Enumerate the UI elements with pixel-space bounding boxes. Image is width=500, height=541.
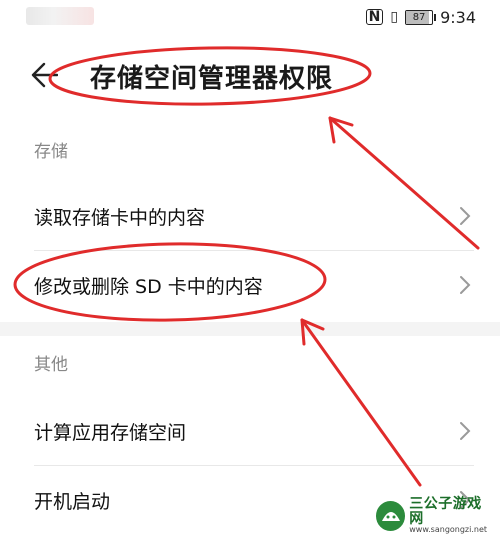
section-separator <box>0 322 500 336</box>
watermark-url: www.sangongzi.net <box>409 525 488 535</box>
section-header-other: 其他 <box>34 355 68 375</box>
list-item-label: 计算应用存储空间 <box>34 421 187 444</box>
watermark: 三公子游戏网 www.sangongzi.net <box>376 497 494 535</box>
battery-icon: 87 <box>405 9 437 25</box>
list-item-label: 开机启动 <box>34 490 111 513</box>
page-title: 存储空间管理器权限 <box>90 64 334 94</box>
vibrate-icon: ▯ <box>390 9 399 25</box>
carrier-info-blurred <box>26 7 94 25</box>
list-item-compute-storage[interactable]: 计算应用存储空间 <box>34 397 474 465</box>
status-bar: N ▯ 87 9:34 <box>0 0 500 34</box>
list-item-read-storage[interactable]: 读取存储卡中的内容 <box>34 182 474 250</box>
chevron-right-icon <box>460 422 471 440</box>
list-item-label: 读取存储卡中的内容 <box>34 206 206 229</box>
watermark-name: 三公子游戏网 <box>409 496 482 527</box>
section-header-storage: 存储 <box>34 142 68 162</box>
clock: 9:34 <box>440 7 476 27</box>
arrowhead-title <box>328 116 354 144</box>
battery-percent: 87 <box>412 11 426 23</box>
status-icons: N ▯ 87 9:34 <box>365 6 476 28</box>
chevron-right-icon <box>460 276 471 294</box>
title-bar: 存储空间管理器权限 <box>0 46 500 110</box>
chevron-right-icon <box>460 207 471 225</box>
back-arrow-icon[interactable] <box>30 60 58 90</box>
list-item-modify-delete-sd[interactable]: 修改或删除 SD 卡中的内容 <box>34 251 474 319</box>
list-item-label: 修改或删除 SD 卡中的内容 <box>34 275 263 298</box>
nfc-icon: N <box>365 9 384 25</box>
watermark-logo-icon <box>376 501 406 531</box>
